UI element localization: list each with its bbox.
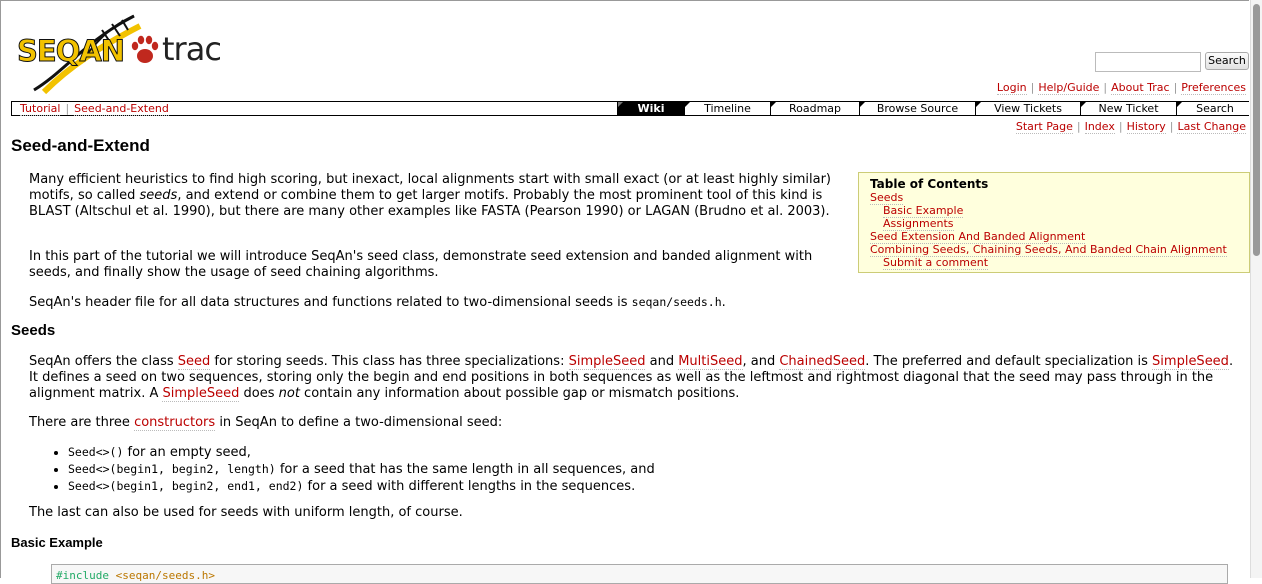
table-of-contents: Table of Contents Seeds Basic Example As… xyxy=(858,172,1250,273)
meta-nav: Login | Help/Guide | About Trac | Preferences xyxy=(996,81,1246,95)
breadcrumb-seed-and-extend[interactable]: Seed-and-Extend xyxy=(74,102,169,116)
last-change-link[interactable]: Last Change xyxy=(1177,120,1246,134)
context-nav: Start Page | Index | History | Last Change xyxy=(1015,120,1246,134)
toc-title: Table of Contents xyxy=(870,177,989,191)
toc-item-submit-comment[interactable]: Submit a comment xyxy=(883,256,989,270)
search-button[interactable]: Search xyxy=(1205,52,1249,70)
search-input[interactable] xyxy=(1095,52,1201,72)
seeds-paragraph-3: The last can also be used for seeds with… xyxy=(29,505,463,520)
separator: | xyxy=(1118,120,1123,133)
tab-browse-source[interactable]: Browse Source xyxy=(859,102,975,115)
text: There are three xyxy=(29,415,135,430)
main-nav-bar: Tutorial | Seed-and-Extend Wiki Timeline R… xyxy=(11,101,1253,116)
seeds-paragraph-2: There are three constructors in SeqAn to… xyxy=(29,415,1129,431)
tab-roadmap[interactable]: Roadmap xyxy=(770,102,859,115)
intro-paragraph-2: In this part of the tutorial we will int… xyxy=(29,249,813,280)
start-page-link[interactable]: Start Page xyxy=(1015,120,1073,134)
page-title: Seed-and-Extend xyxy=(11,136,150,155)
constructors-link[interactable]: constructors xyxy=(134,415,216,431)
text: . xyxy=(721,295,726,310)
history-link[interactable]: History xyxy=(1126,120,1166,134)
intro-paragraph-3: SeqAn's header file for all data structu… xyxy=(29,294,849,311)
tab-new-ticket[interactable]: New Ticket xyxy=(1080,102,1176,115)
text: does xyxy=(239,386,279,401)
seeds-paragraph-1: SeqAn offers the class Seed for storing … xyxy=(29,354,1244,402)
text: . The preferred and default specializati… xyxy=(865,354,1153,369)
separator: | xyxy=(65,102,70,115)
intro-paragraph-1: Many efficient heuristics to find high s… xyxy=(29,172,839,220)
list-item: Seed<>() for an empty seed, xyxy=(68,444,655,461)
text: for an empty seed, xyxy=(123,445,251,460)
breadcrumb: Tutorial | Seed-and-Extend xyxy=(20,102,169,116)
separator: | xyxy=(1030,81,1035,94)
about-trac-link[interactable]: About Trac xyxy=(1111,81,1170,95)
constructor-code: Seed<>() xyxy=(68,445,124,459)
code-preprocessor: #include xyxy=(56,569,109,582)
toc-item-seeds[interactable]: Seeds xyxy=(870,191,904,205)
tab-timeline[interactable]: Timeline xyxy=(684,102,770,115)
text: contain any information about possible g… xyxy=(299,386,740,401)
constructor-code: Seed<>(begin1, begin2, end1, end2) xyxy=(68,479,304,493)
text: for a seed that has the same length in a… xyxy=(275,462,655,477)
header-file-code: seqan/seeds.h xyxy=(631,295,722,309)
tab-view-tickets[interactable]: View Tickets xyxy=(975,102,1080,115)
tab-wiki[interactable]: Wiki xyxy=(617,102,684,115)
preferences-link[interactable]: Preferences xyxy=(1181,81,1246,95)
login-link[interactable]: Login xyxy=(996,81,1027,95)
scrollbar-thumb[interactable] xyxy=(1253,4,1260,256)
breadcrumb-tutorial[interactable]: Tutorial xyxy=(20,102,61,116)
chainedseed-link[interactable]: ChainedSeed xyxy=(779,354,866,370)
simpleseed-link[interactable]: SimpleSeed xyxy=(568,354,646,370)
toc-item-assignments[interactable]: Assignments xyxy=(883,217,954,231)
list-item: Seed<>(begin1, begin2, length) for a see… xyxy=(68,461,655,478)
constructor-list: Seed<>() for an empty seed, Seed<>(begin… xyxy=(54,444,655,495)
simpleseed-link[interactable]: SimpleSeed xyxy=(162,386,240,402)
text: and xyxy=(645,354,679,369)
index-link[interactable]: Index xyxy=(1084,120,1115,134)
emphasis: seeds xyxy=(139,188,178,203)
paw-icon xyxy=(131,35,159,63)
code-block: #include <seqan/seeds.h> xyxy=(51,564,1228,584)
text: SeqAn offers the class xyxy=(29,354,178,369)
code-include-file: <seqan/seeds.h> xyxy=(115,569,215,582)
list-item: Seed<>(begin1, begin2, end1, end2) for a… xyxy=(68,478,655,495)
seed-link[interactable]: Seed xyxy=(177,354,211,370)
toc-item-basic-example[interactable]: Basic Example xyxy=(883,204,964,218)
logo-trac-text: trac xyxy=(162,30,222,68)
text: for storing seeds. This class has three … xyxy=(210,354,569,369)
vertical-scrollbar[interactable] xyxy=(1250,0,1262,578)
toc-item-combining-seeds[interactable]: Combining Seeds, Chaining Seeds, And Ban… xyxy=(870,243,1227,257)
separator: | xyxy=(1169,120,1174,133)
logo-seqan-text: SEQAN xyxy=(16,34,125,69)
toc-item-seed-extension[interactable]: Seed Extension And Banded Alignment xyxy=(870,230,1086,244)
tab-search[interactable]: Search xyxy=(1176,102,1253,115)
seqan-trac-logo[interactable]: SEQAN trac xyxy=(16,12,236,96)
simpleseed-link[interactable]: SimpleSeed xyxy=(1152,354,1229,370)
separator: | xyxy=(1103,81,1108,94)
text: , and xyxy=(742,354,780,369)
help-guide-link[interactable]: Help/Guide xyxy=(1038,81,1100,95)
text: for a seed with different lengths in the… xyxy=(303,479,636,494)
text: SeqAn's header file for all data structu… xyxy=(29,295,632,310)
separator: | xyxy=(1173,81,1178,94)
seeds-heading: Seeds xyxy=(11,322,56,339)
multiseed-link[interactable]: MultiSeed xyxy=(678,354,743,370)
emphasis: not xyxy=(278,386,300,401)
constructor-code: Seed<>(begin1, begin2, length) xyxy=(68,462,276,476)
text: in SeqAn to define a two-dimensional see… xyxy=(215,415,503,430)
basic-example-heading: Basic Example xyxy=(11,535,103,550)
separator: | xyxy=(1076,120,1081,133)
main-tabs: Wiki Timeline Roadmap Browse Source View… xyxy=(617,102,1253,115)
